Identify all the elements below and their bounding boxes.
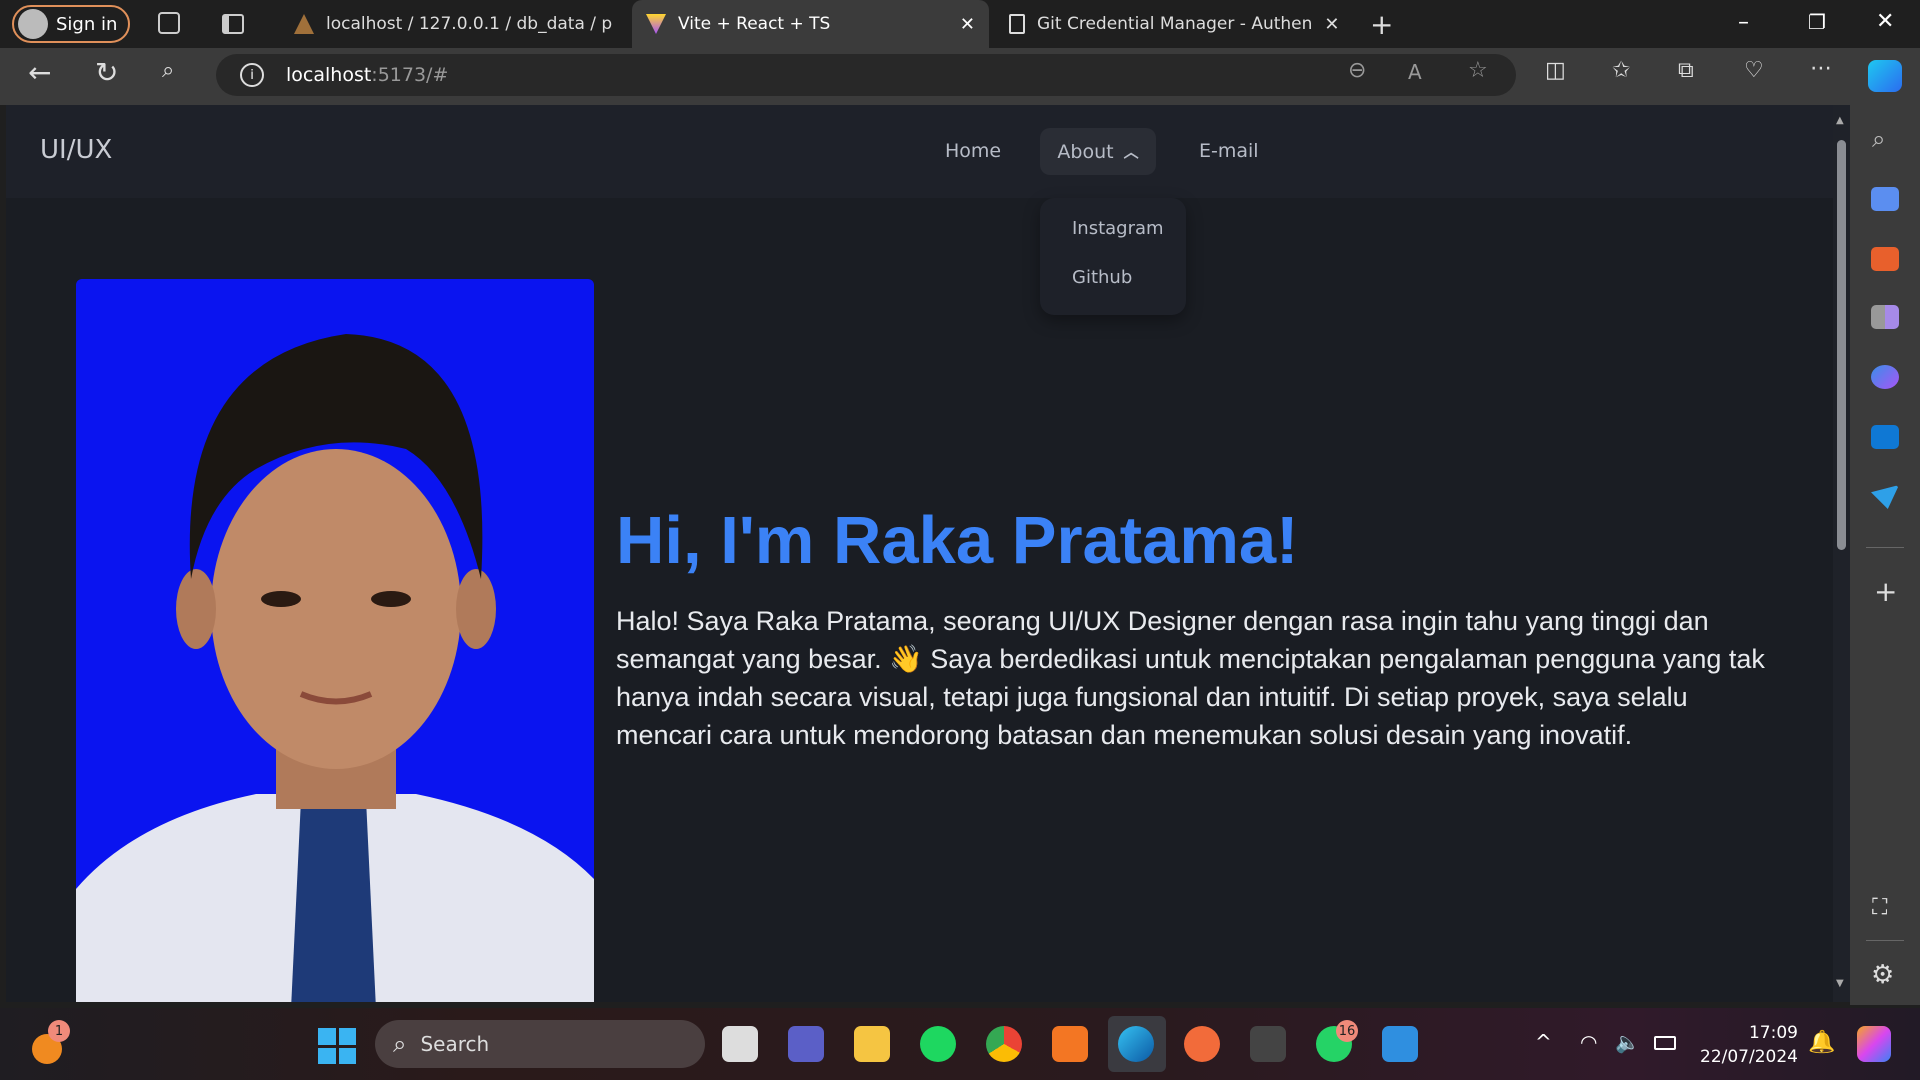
chevron-up-icon: ︿ xyxy=(1123,143,1139,161)
about-dropdown-menu: Instagram Github xyxy=(1040,198,1186,315)
telegram-icon[interactable] xyxy=(1871,485,1899,509)
edge-sidebar: ⌕ + ⛶ ⚙ xyxy=(1850,105,1920,1005)
edge-icon[interactable] xyxy=(1118,1026,1154,1062)
task-view-icon[interactable] xyxy=(722,1026,758,1062)
teams-icon[interactable] xyxy=(788,1026,824,1062)
clock[interactable]: 17:09 22/07/2024 xyxy=(1700,1021,1798,1069)
search-icon: ⌕ xyxy=(393,1030,407,1058)
hero-heading: Hi, I'm Raka Pratama! xyxy=(616,503,1299,578)
close-window-button[interactable]: ✕ xyxy=(1876,9,1894,34)
taskbar-search[interactable]: ⌕ Search xyxy=(375,1020,705,1068)
more-icon[interactable]: ⋯ xyxy=(1810,56,1832,81)
scrollbar-thumb[interactable] xyxy=(1837,140,1846,550)
microsoft365-icon[interactable] xyxy=(1871,365,1899,389)
address-bar[interactable]: i localhost:5173/# xyxy=(216,54,1516,96)
url-host: localhost xyxy=(286,64,372,86)
search-icon[interactable]: ⌕ xyxy=(162,58,174,83)
wifi-icon[interactable]: ◠ xyxy=(1580,1030,1597,1054)
tab-title: Vite + React + TS xyxy=(678,14,831,34)
dropdown-item-instagram[interactable]: Instagram xyxy=(1072,218,1164,239)
tab-bar: Sign in localhost / 127.0.0.1 / db_data … xyxy=(0,0,1920,48)
outlook-icon[interactable] xyxy=(1871,425,1899,449)
battery-icon[interactable] xyxy=(1654,1036,1676,1050)
bell-icon[interactable]: 🔔 xyxy=(1808,1030,1835,1055)
terminal-icon[interactable] xyxy=(1250,1026,1286,1062)
chrome-icon[interactable] xyxy=(986,1026,1022,1062)
vertical-tabs-icon[interactable] xyxy=(222,14,244,34)
search-label: Search xyxy=(420,1032,490,1056)
tab-git-credential[interactable]: Git Credential Manager - Authen ✕ xyxy=(995,0,1340,48)
refresh-icon[interactable]: ↻ xyxy=(95,56,118,89)
tab-phpmyadmin[interactable]: localhost / 127.0.0.1 / db_data / p ✕ xyxy=(280,0,626,48)
tab-title: localhost / 127.0.0.1 / db_data / p xyxy=(326,14,613,34)
date: 22/07/2024 xyxy=(1700,1047,1798,1067)
copilot-taskbar-icon[interactable] xyxy=(1857,1026,1891,1062)
shopping-tag-icon[interactable] xyxy=(1871,187,1899,211)
collections-icon[interactable]: ⧉ xyxy=(1678,58,1694,83)
tab-vite[interactable]: Vite + React + TS ✕ xyxy=(632,0,989,48)
tools-icon[interactable] xyxy=(1871,247,1899,271)
close-icon[interactable]: ✕ xyxy=(960,14,975,35)
browser-toolbar: ← ↻ ⌕ i localhost:5173/# ⊖ A ☆ ◫ ✩ ⧉ ♡ ⋯ xyxy=(0,48,1920,105)
nav-about-button[interactable]: About ︿ xyxy=(1040,128,1156,175)
chevron-up-icon[interactable]: ^ xyxy=(1535,1030,1552,1054)
vite-icon xyxy=(646,14,666,34)
file-explorer-icon[interactable] xyxy=(854,1026,890,1062)
sidebar-divider xyxy=(1866,940,1904,941)
scroll-up-icon[interactable]: ▲ xyxy=(1836,115,1844,126)
spotify-icon[interactable] xyxy=(920,1026,956,1062)
close-icon[interactable]: ✕ xyxy=(624,14,626,35)
url-path: :5173/# xyxy=(371,64,449,86)
document-icon xyxy=(1009,14,1025,34)
workspaces-icon[interactable] xyxy=(158,12,180,34)
browser-essentials-icon[interactable]: ♡ xyxy=(1744,58,1764,83)
profile-photo xyxy=(76,279,594,1002)
phpmyadmin-icon xyxy=(294,14,314,34)
time: 17:09 xyxy=(1748,1023,1798,1043)
games-icon[interactable] xyxy=(1871,305,1899,329)
screenshot-icon[interactable]: ⛶ xyxy=(1872,895,1887,920)
page-scrollbar[interactable]: ▲ ▼ xyxy=(1833,105,1850,1002)
split-screen-icon[interactable]: ◫ xyxy=(1545,58,1566,83)
back-icon[interactable]: ← xyxy=(28,56,51,89)
info-icon[interactable]: i xyxy=(240,63,264,87)
navbar: UI/UX Home About ︿ E-mail xyxy=(6,105,1833,198)
site-logo[interactable]: UI/UX xyxy=(40,135,112,165)
new-tab-button[interactable]: + xyxy=(1370,8,1393,41)
whatsapp-badge: 16 xyxy=(1336,1020,1358,1042)
sidebar-divider xyxy=(1866,547,1904,548)
sidebar-search-icon[interactable]: ⌕ xyxy=(1872,125,1885,153)
figma-pen-icon[interactable] xyxy=(1184,1026,1220,1062)
settings-icon[interactable]: ⚙ xyxy=(1871,960,1894,990)
favorite-star-icon[interactable]: ☆ xyxy=(1468,58,1488,83)
dropdown-item-github[interactable]: Github xyxy=(1072,267,1132,288)
notification-badge: 1 xyxy=(48,1020,70,1042)
vscode-icon[interactable] xyxy=(1382,1026,1418,1062)
web-page: UI/UX Home About ︿ E-mail Instagram Githu… xyxy=(6,105,1833,1002)
nav-email[interactable]: E-mail xyxy=(1199,140,1259,162)
sign-in-label: Sign in xyxy=(56,13,118,35)
favorites-icon[interactable]: ✩ xyxy=(1612,58,1630,83)
taskbar: 1 ⌕ Search 16 ^ ◠ 🔈 17:09 22/07/2024 🔔 xyxy=(0,1008,1920,1080)
read-aloud-icon[interactable]: A xyxy=(1408,60,1422,84)
copilot-icon[interactable] xyxy=(1868,60,1902,92)
restore-button[interactable]: ❐ xyxy=(1808,10,1826,34)
zoom-out-icon[interactable]: ⊖ xyxy=(1348,58,1366,83)
nav-home[interactable]: Home xyxy=(945,140,1001,162)
scroll-down-icon[interactable]: ▼ xyxy=(1836,978,1844,989)
sign-in-button[interactable]: Sign in xyxy=(12,5,130,43)
add-icon[interactable]: + xyxy=(1874,575,1897,608)
hero-description: Halo! Saya Raka Pratama, seorang UI/UX D… xyxy=(616,606,1765,750)
close-icon[interactable]: ✕ xyxy=(1324,14,1339,35)
volume-icon[interactable]: 🔈 xyxy=(1615,1030,1640,1054)
start-button[interactable] xyxy=(318,1028,356,1064)
tab-title: Git Credential Manager - Authen xyxy=(1037,14,1313,34)
profile-icon xyxy=(18,9,48,39)
nav-about-label: About xyxy=(1057,140,1114,163)
minimize-button[interactable]: – xyxy=(1738,10,1749,35)
xampp-icon[interactable] xyxy=(1052,1026,1088,1062)
